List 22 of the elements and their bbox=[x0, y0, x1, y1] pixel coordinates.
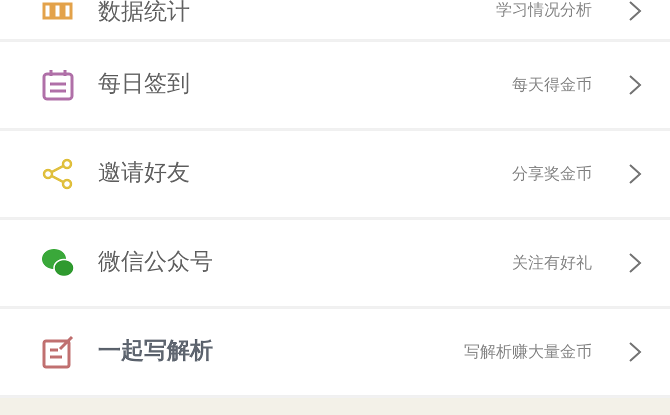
menu-title: 邀请好友 bbox=[98, 161, 190, 187]
edit-note-icon bbox=[40, 334, 76, 370]
menu-item[interactable]: 数据统计 学习情况分析 bbox=[0, 0, 670, 42]
menu-title: 微信公众号 bbox=[98, 250, 213, 276]
menu-title: 一起写解析 bbox=[98, 339, 213, 365]
calendar-icon bbox=[40, 67, 76, 103]
chevron-right-icon bbox=[628, 163, 642, 185]
chevron-right-icon bbox=[628, 0, 642, 22]
chevron-right-icon bbox=[628, 252, 642, 274]
menu-item[interactable]: 每日签到 每天得金币 bbox=[0, 42, 670, 131]
menu-title: 每日签到 bbox=[98, 72, 190, 98]
menu-hint: 每天得金币 bbox=[512, 75, 592, 95]
menu-hint: 学习情况分析 bbox=[496, 0, 592, 20]
chevron-right-icon bbox=[628, 341, 642, 363]
menu-hint: 分享奖金币 bbox=[512, 164, 592, 184]
chevron-right-icon bbox=[628, 74, 642, 96]
menu-hint: 写解析赚大量金币 bbox=[464, 342, 592, 362]
menu-title: 数据统计 bbox=[98, 0, 190, 26]
menu-item[interactable]: 邀请好友 分享奖金币 bbox=[0, 131, 670, 220]
menu-hint: 关注有好礼 bbox=[512, 253, 592, 273]
menu-item[interactable]: 一起写解析 写解析赚大量金币 bbox=[0, 309, 670, 398]
menu-item[interactable]: 微信公众号 关注有好礼 bbox=[0, 220, 670, 309]
